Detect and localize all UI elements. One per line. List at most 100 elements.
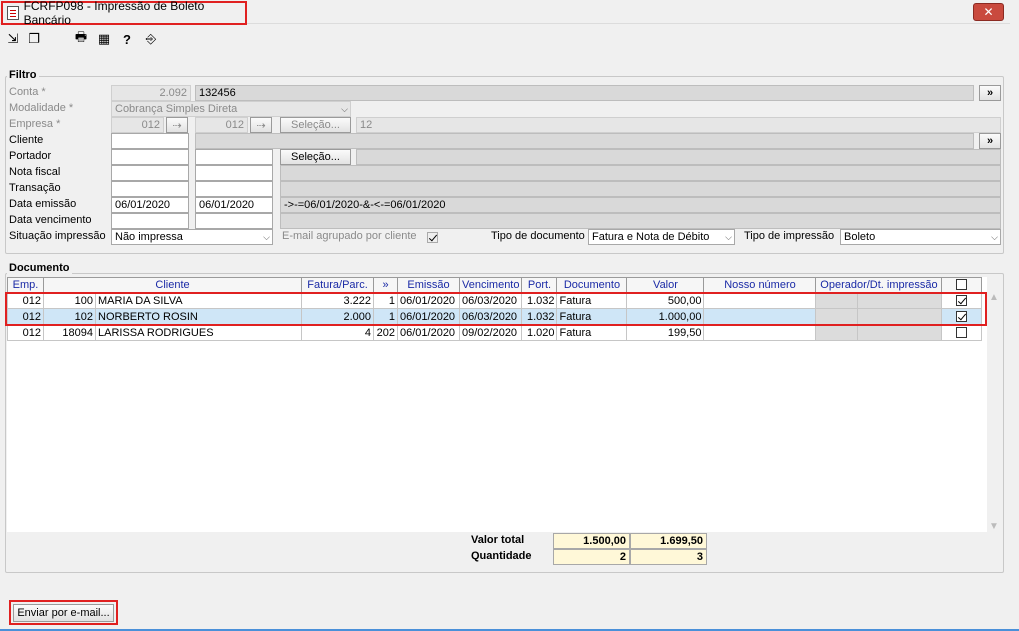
situacao-label: Situação impressão [9, 230, 106, 242]
quantidade-all: 3 [630, 549, 707, 565]
cell-valor: 199,50 [626, 324, 705, 341]
data-vencimento-expression [280, 213, 1001, 229]
nota-fiscal-from-field[interactable] [111, 165, 189, 181]
cliente-label: Cliente [9, 134, 44, 146]
col-port[interactable]: Port. [521, 277, 558, 294]
col-expand[interactable]: » [373, 277, 398, 294]
tipo-documento-select[interactable]: Fatura e Nota de Débito ⌵ [588, 229, 735, 245]
data-emissao-from-field[interactable]: 06/01/2020 [111, 197, 189, 213]
cell-client-code: 18094 [43, 324, 96, 341]
cell-dt-impressao [857, 324, 943, 341]
conta-desc-field: 132456 [195, 85, 974, 101]
col-vencimento[interactable]: Vencimento [458, 277, 523, 294]
chevron-down-icon: ⌵ [263, 232, 270, 242]
transacao-desc-field [280, 181, 1001, 197]
quantidade-selected: 2 [553, 549, 630, 565]
portador-from-field[interactable] [111, 149, 189, 165]
row-checkbox[interactable] [956, 327, 968, 339]
scroll-down-icon[interactable]: ▼ [989, 521, 999, 532]
close-button[interactable]: ✕ [973, 3, 1004, 21]
col-fatura[interactable]: Fatura/Parc. [301, 277, 374, 294]
col-emp[interactable]: Emp. [7, 277, 44, 294]
export-icon[interactable]: ⇲ [5, 31, 21, 47]
empresa-label: Empresa * [9, 118, 61, 130]
enviar-email-button[interactable]: Enviar por e-mail... [13, 604, 114, 622]
help-icon[interactable]: ? [119, 31, 135, 47]
empresa-from-lookup-icon[interactable]: ⇢ [166, 117, 188, 133]
valor-total-label: Valor total [471, 534, 525, 546]
cell-documento: Fatura [556, 324, 628, 341]
calculator-icon[interactable]: ▦ [96, 31, 112, 47]
data-vencimento-label: Data vencimento [9, 214, 92, 226]
cell-operador [815, 324, 859, 341]
valor-total-selected: 1.500,00 [553, 533, 630, 549]
data-vencimento-from-field[interactable] [111, 213, 189, 229]
col-documento[interactable]: Documento [556, 277, 628, 294]
cell-emissao: 06/01/2020 [397, 324, 460, 341]
chevron-down-icon: ⌵ [341, 104, 348, 114]
documento-title: Documento [7, 262, 72, 274]
printer-icon[interactable]: 🖶 [73, 29, 89, 47]
chevron-down-icon: ⌵ [725, 232, 732, 242]
cell-vencimento: 09/02/2020 [458, 324, 523, 341]
cell-parc: 202 [373, 324, 398, 341]
empresa-from-field[interactable]: 012 [111, 117, 164, 133]
quantidade-label: Quantidade [471, 550, 532, 562]
app-document-icon [7, 6, 19, 20]
nota-fiscal-to-field[interactable] [195, 165, 273, 181]
col-valor[interactable]: Valor [626, 277, 705, 294]
scrollbar[interactable]: ▲ ▼ [988, 292, 1001, 532]
modalidade-value: Cobrança Simples Direta [115, 103, 238, 115]
col-select-all[interactable] [941, 277, 983, 294]
tipo-documento-label: Tipo de documento [491, 230, 585, 242]
cell-nosso-numero [703, 324, 817, 341]
empresa-selecao-button[interactable]: Seleção... [280, 117, 351, 133]
tipo-impressao-value: Boleto [844, 231, 876, 243]
empresa-count-field: 12 [356, 117, 1001, 133]
cliente-more-button[interactable]: » [979, 133, 1001, 149]
filtro-title: Filtro [7, 69, 39, 81]
situacao-select[interactable]: Não impressa ⌵ [111, 229, 273, 245]
table-row[interactable]: 012 18094 LARISSA RODRIGUES 4 202 06/01/… [7, 324, 983, 341]
highlight-selected-rows [5, 292, 987, 326]
select-all-checkbox[interactable] [956, 279, 968, 291]
cell-port: 1.020 [521, 324, 558, 341]
transacao-to-field[interactable] [195, 181, 273, 197]
portador-to-field[interactable] [195, 149, 273, 165]
conta-label: Conta * [9, 86, 46, 98]
situacao-value: Não impressa [115, 231, 183, 243]
nota-fiscal-label: Nota fiscal [9, 166, 61, 178]
valor-total-all: 1.699,50 [630, 533, 707, 549]
data-vencimento-to-field[interactable] [195, 213, 273, 229]
cliente-field[interactable] [111, 133, 189, 149]
col-operador[interactable]: Operador/Dt. impressão [815, 277, 943, 294]
scroll-up-icon[interactable]: ▲ [989, 292, 999, 303]
cell-fatura: 4 [301, 324, 374, 341]
transacao-from-field[interactable] [111, 181, 189, 197]
exit-door-icon[interactable]: ⎆ [143, 31, 159, 47]
empresa-to-lookup-icon[interactable]: ⇢ [250, 117, 272, 133]
empresa-to-field[interactable]: 012 [195, 117, 248, 133]
window-title-box: FCRFP098 - Impressão de Boleto Bancário [1, 0, 247, 27]
portador-desc-field [356, 149, 1001, 165]
col-emissao[interactable]: Emissão [397, 277, 460, 294]
conta-code-field[interactable]: 2.092 [111, 85, 191, 101]
cell-cliente: LARISSA RODRIGUES [95, 324, 302, 341]
modalidade-select[interactable]: Cobrança Simples Direta ⌵ [111, 101, 351, 117]
tipo-impressao-label: Tipo de impressão [744, 230, 835, 242]
chevron-down-icon: ⌵ [991, 232, 998, 242]
cell-select[interactable] [941, 324, 983, 341]
portador-selecao-button[interactable]: Seleção... [280, 149, 351, 165]
nota-fiscal-desc-field [280, 165, 1001, 181]
col-cliente[interactable]: Cliente [43, 277, 302, 294]
conta-more-button[interactable]: » [979, 85, 1001, 101]
tipo-impressao-select[interactable]: Boleto ⌵ [840, 229, 1001, 245]
email-agrupado-label: E-mail agrupado por cliente [282, 230, 417, 242]
email-agrupado-checkbox[interactable] [427, 231, 438, 243]
portador-label: Portador [9, 150, 52, 162]
col-nosso-numero[interactable]: Nosso número [703, 277, 817, 294]
windows-icon[interactable]: ❐ [26, 31, 42, 47]
transacao-label: Transação [9, 182, 61, 194]
cell-emp: 012 [7, 324, 44, 341]
data-emissao-to-field[interactable]: 06/01/2020 [195, 197, 273, 213]
